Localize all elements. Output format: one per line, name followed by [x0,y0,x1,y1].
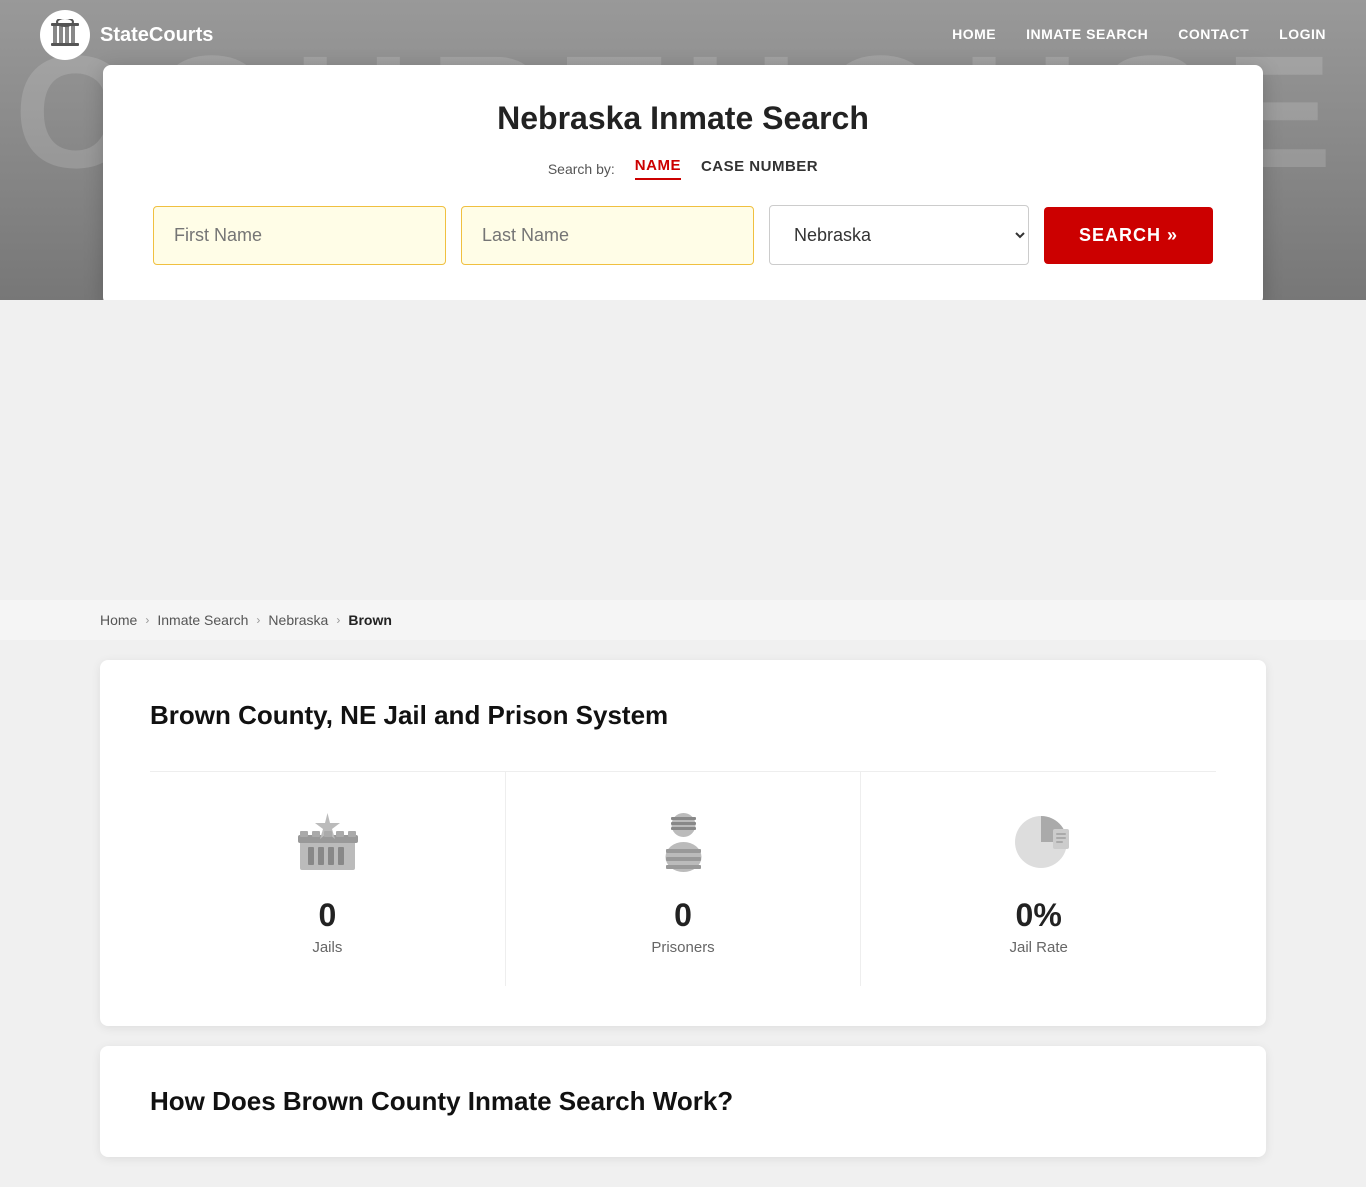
breadcrumb-current: Brown [348,612,392,628]
jails-value: 0 [318,897,336,934]
tab-case-number[interactable]: CASE NUMBER [701,158,818,179]
nav-login[interactable]: LOGIN [1279,26,1326,42]
main-card-title: Brown County, NE Jail and Prison System [150,700,1216,731]
prisoner-icon [643,802,723,882]
logo-text: StateCourts [100,24,213,47]
nav-contact[interactable]: CONTACT [1178,26,1249,42]
stat-jail-rate: 0% Jail Rate [861,772,1216,986]
prisoners-value: 0 [674,897,692,934]
second-card: How Does Brown County Inmate Search Work… [100,1046,1266,1157]
logo-link[interactable]: StateCourts [40,10,213,60]
search-fields: Nebraska Alabama Alaska Arizona Californ… [153,205,1213,265]
search-card-title: Nebraska Inmate Search [153,100,1213,137]
first-name-input[interactable] [153,206,446,265]
nav-home[interactable]: HOME [952,26,996,42]
jail-icon [287,802,367,882]
main-card: Brown County, NE Jail and Prison System [100,660,1266,1026]
second-card-title: How Does Brown County Inmate Search Work… [150,1086,1216,1117]
columns-icon [49,19,81,51]
navigation: StateCourts HOME INMATE SEARCH CONTACT L… [0,0,1366,70]
last-name-input[interactable] [461,206,754,265]
breadcrumb-inmate-search[interactable]: Inmate Search [157,612,248,628]
stats-row: 0 Jails [150,771,1216,986]
hero-section: COURTHOUSE StateCourts HOME INMATE SEARC… [0,0,1366,300]
breadcrumb-state[interactable]: Nebraska [268,612,328,628]
nav-links: HOME INMATE SEARCH CONTACT LOGIN [952,26,1326,44]
chevron-icon-3: › [336,613,340,627]
search-by-row: Search by: NAME CASE NUMBER [153,157,1213,180]
breadcrumb-home[interactable]: Home [100,612,137,628]
search-card: Nebraska Inmate Search Search by: NAME C… [103,65,1263,300]
stat-jails: 0 Jails [150,772,506,986]
chevron-icon-1: › [145,613,149,627]
stat-prisoners: 0 Prisoners [506,772,862,986]
search-button[interactable]: SEARCH » [1044,207,1213,264]
nav-inmate-search[interactable]: INMATE SEARCH [1026,26,1148,42]
logo-icon [40,10,90,60]
prisoners-label: Prisoners [651,939,714,956]
pie-chart-icon [999,802,1079,882]
jail-rate-value: 0% [1016,897,1062,934]
search-by-label: Search by: [548,161,615,177]
content-area: Home › Inmate Search › Nebraska › Brown … [0,600,1366,1157]
chevron-icon-2: › [256,613,260,627]
jail-rate-label: Jail Rate [1010,939,1068,956]
jails-label: Jails [312,939,342,956]
tab-name[interactable]: NAME [635,157,681,180]
breadcrumb: Home › Inmate Search › Nebraska › Brown [0,600,1366,640]
state-select[interactable]: Nebraska Alabama Alaska Arizona Californ… [769,205,1029,265]
